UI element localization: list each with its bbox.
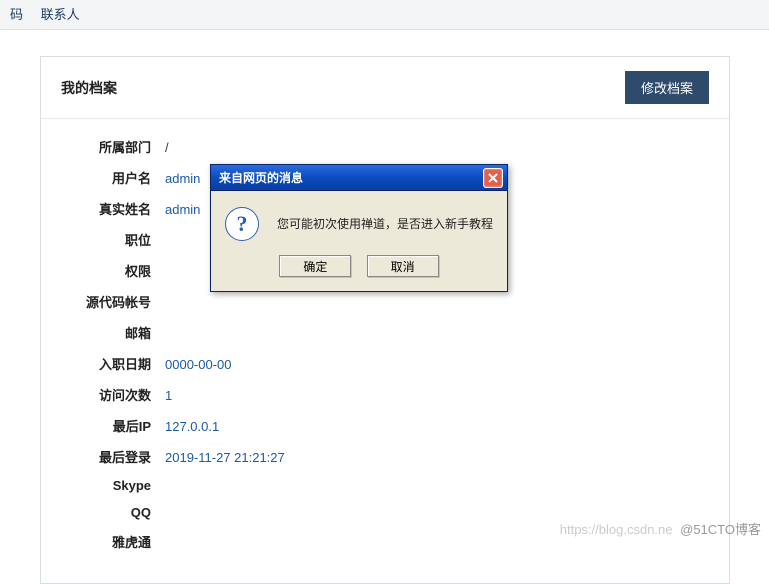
profile-row: 最后IP 127.0.0.1 [61, 416, 709, 435]
dialog-body: ? 您可能初次使用禅道，是否进入新手教程 [211, 191, 507, 251]
profile-row-label: 用户名 [61, 168, 151, 187]
profile-row-label: 所属部门 [61, 137, 151, 156]
nav-item-contacts[interactable]: 联系人 [41, 7, 80, 22]
close-icon [488, 173, 498, 183]
profile-row-value: 1 [165, 388, 172, 403]
profile-row-value: admin [165, 202, 200, 217]
profile-row-label: 最后IP [61, 416, 151, 435]
dialog-titlebar: 来自网页的消息 [211, 165, 507, 191]
dialog-close-button[interactable] [483, 168, 503, 188]
profile-row-label: 职位 [61, 230, 151, 249]
profile-row-value: admin [165, 171, 200, 186]
profile-row-label: 源代码帐号 [61, 292, 151, 311]
panel-title: 我的档案 [61, 78, 117, 98]
dialog-message: 您可能初次使用禅道，是否进入新手教程 [277, 215, 493, 233]
profile-row: 入职日期 0000-00-00 [61, 354, 709, 373]
profile-row-label: 权限 [61, 261, 151, 280]
panel-header: 我的档案 修改档案 [41, 57, 729, 119]
profile-row-label: 邮箱 [61, 323, 151, 342]
profile-row: 访问次数 1 [61, 385, 709, 404]
edit-profile-button[interactable]: 修改档案 [625, 71, 709, 104]
profile-row-value: / [165, 140, 169, 155]
profile-row-value: 2019-11-27 21:21:27 [165, 450, 285, 465]
dialog-ok-button[interactable]: 确定 [279, 255, 351, 277]
nav-item-code[interactable]: 码 [10, 7, 23, 22]
profile-row-label: 访问次数 [61, 385, 151, 404]
profile-row-value: 127.0.0.1 [165, 419, 219, 434]
top-nav: 码 联系人 [0, 0, 769, 30]
profile-row-label: 最后登录 [61, 447, 151, 466]
profile-row: QQ [61, 505, 709, 520]
profile-row: 邮箱 [61, 323, 709, 342]
question-glyph: ? [237, 211, 248, 237]
profile-row-label: Skype [61, 478, 151, 493]
profile-row-label: 真实姓名 [61, 199, 151, 218]
profile-row: 源代码帐号 [61, 292, 709, 311]
dialog-title: 来自网页的消息 [219, 169, 303, 186]
profile-row-label: QQ [61, 505, 151, 520]
confirm-dialog: 来自网页的消息 ? 您可能初次使用禅道，是否进入新手教程 确定 取消 [210, 164, 508, 292]
watermark-faint: https://blog.csdn.ne [560, 522, 673, 537]
profile-row: Skype [61, 478, 709, 493]
profile-row: 所属部门 / [61, 137, 709, 156]
watermark: https://blog.csdn.ne @51CTO博客 [560, 519, 761, 538]
profile-panel: 我的档案 修改档案 所属部门 / 用户名 admin 真实姓名 admin 职位权限源代码帐… [40, 56, 730, 584]
watermark-text: @51CTO博客 [680, 522, 761, 537]
profile-row-label: 入职日期 [61, 354, 151, 373]
profile-row-value: 0000-00-00 [165, 357, 232, 372]
dialog-buttons: 确定 取消 [211, 251, 507, 291]
dialog-cancel-button[interactable]: 取消 [367, 255, 439, 277]
profile-row-label: 雅虎通 [61, 532, 151, 551]
question-icon: ? [225, 207, 259, 241]
profile-row: 最后登录 2019-11-27 21:21:27 [61, 447, 709, 466]
